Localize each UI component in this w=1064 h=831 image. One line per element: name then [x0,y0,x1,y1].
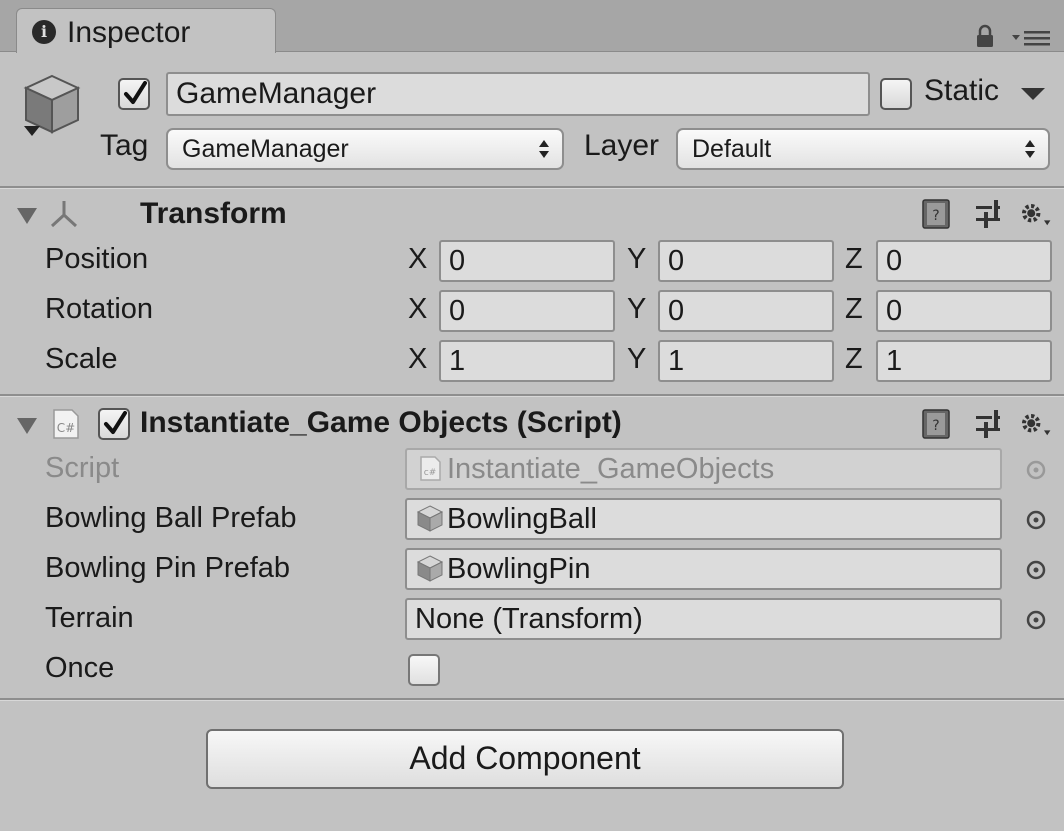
script-icon-text: C# [57,421,75,435]
bowling-pin-prefab-label: Bowling Pin Prefab [45,552,291,584]
script-component-title: Instantiate_Game Objects (Script) [140,406,622,439]
scale-x-field[interactable]: 1 [439,340,615,382]
position-label: Position [45,243,149,275]
static-dropdown-arrow-icon[interactable] [1020,86,1046,102]
axis-y-label: Y [627,343,647,375]
tag-label: Tag [100,129,149,162]
bowling-pin-prefab-value: BowlingPin [447,553,591,585]
bowling-pin-prefab-field[interactable]: BowlingPin [405,548,1002,590]
terrain-label: Terrain [45,602,134,634]
axis-y-label: Y [627,243,647,275]
tab-title: Inspector [67,16,191,49]
static-checkbox[interactable] [880,78,912,110]
transform-title: Transform [140,197,287,230]
info-icon: i [32,20,56,44]
object-name-field[interactable]: GameManager [166,72,870,116]
bowling-ball-prefab-value: BowlingBall [447,503,597,535]
active-checkbox[interactable] [118,78,150,110]
updown-arrow-icon [1025,140,1035,158]
terrain-value: None (Transform) [415,603,643,635]
rotation-y-field[interactable]: 0 [658,290,834,332]
separator [0,394,1064,397]
prefab-cube-icon [416,555,444,582]
axis-x-label: X [408,343,428,375]
axis-y-label: Y [627,293,647,325]
foldout-arrow-icon[interactable] [16,416,38,436]
checkmark-icon [104,411,127,434]
rotation-x-field[interactable]: 0 [439,290,615,332]
object-picker-icon[interactable] [1024,558,1048,582]
checkmark-icon [124,81,147,104]
position-y-field[interactable]: 0 [658,240,834,282]
prefab-cube-icon [416,505,444,532]
terrain-field[interactable]: None (Transform) [405,598,1002,640]
csharp-file-icon: c# [420,456,441,481]
once-checkbox[interactable] [408,654,440,686]
scale-z-field[interactable]: 1 [876,340,1052,382]
position-x-field[interactable]: 0 [439,240,615,282]
help-book-icon[interactable]: ? [920,198,952,230]
script-label: Script [45,452,120,484]
bowling-ball-prefab-label: Bowling Ball Prefab [45,502,297,534]
svg-text:?: ? [932,208,939,224]
rotation-z-field[interactable]: 0 [876,290,1052,332]
gear-icon[interactable] [1020,198,1052,230]
preset-sliders-icon[interactable] [972,198,1004,230]
axis-z-label: Z [845,343,863,375]
transform-axes-icon [50,201,78,228]
svg-text:?: ? [932,418,939,434]
separator [0,698,1064,701]
script-field-value: Instantiate_GameObjects [447,453,775,485]
csharp-script-icon: C# [53,409,79,439]
scale-label: Scale [45,343,118,375]
preset-sliders-icon[interactable] [972,408,1004,440]
bowling-ball-prefab-field[interactable]: BowlingBall [405,498,1002,540]
tag-dropdown[interactable]: GameManager [166,128,564,170]
axis-z-label: Z [845,293,863,325]
object-picker-icon [1026,460,1046,480]
help-book-icon[interactable]: ? [920,408,952,440]
axis-z-label: Z [845,243,863,275]
layer-value: Default [692,135,772,163]
add-component-button[interactable]: Add Component [206,729,844,789]
lock-icon[interactable] [974,24,996,48]
axis-x-label: X [408,243,428,275]
tab-inspector[interactable]: i Inspector [16,8,276,53]
tag-value: GameManager [182,135,349,163]
axis-x-label: X [408,293,428,325]
once-label: Once [45,652,115,684]
foldout-arrow-icon[interactable] [16,206,38,226]
object-picker-icon[interactable] [1024,608,1048,632]
layer-label: Layer [584,129,660,162]
script-field: c# Instantiate_GameObjects [405,448,1002,490]
scale-y-field[interactable]: 1 [658,340,834,382]
svg-text:c#: c# [424,468,437,478]
separator [0,186,1064,189]
position-z-field[interactable]: 0 [876,240,1052,282]
gear-icon[interactable] [1020,408,1052,440]
static-label: Static [924,74,1000,107]
rotation-label: Rotation [45,293,154,325]
updown-arrow-icon [539,140,549,158]
context-menu-icon[interactable] [1010,28,1052,48]
script-enabled-checkbox[interactable] [98,408,130,440]
gameobject-cube-icon [23,74,81,136]
layer-dropdown[interactable]: Default [676,128,1050,170]
object-picker-icon[interactable] [1024,508,1048,532]
